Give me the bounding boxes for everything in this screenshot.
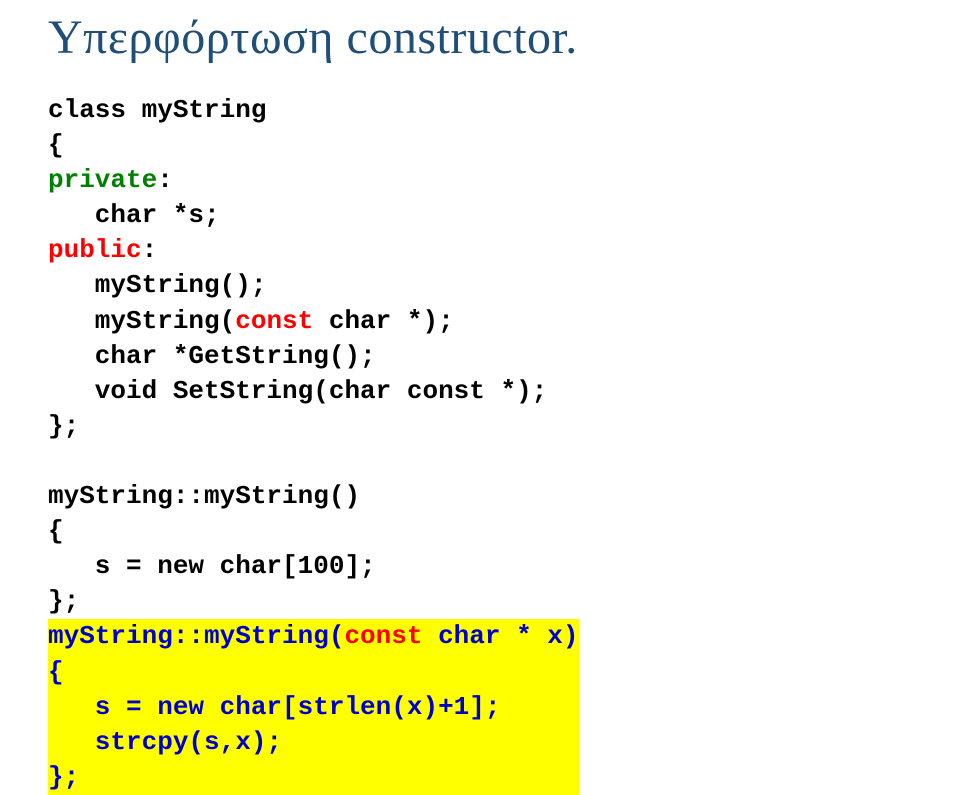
code-line: : bbox=[157, 165, 173, 195]
code-line: char *); bbox=[313, 306, 453, 336]
slide-title: Υπερφόρτωση constructor. bbox=[48, 10, 912, 65]
code-line: }; bbox=[48, 411, 79, 441]
code-line: s = new char[100]; bbox=[48, 551, 376, 581]
code-line: { bbox=[48, 130, 64, 160]
code-line: char * x) bbox=[422, 621, 578, 651]
code-line: class myString bbox=[48, 95, 266, 125]
code-line: char *GetString(); bbox=[48, 341, 376, 371]
slide: Υπερφόρτωση constructor. class myString … bbox=[0, 0, 960, 795]
code-line: void SetString(char const *); bbox=[48, 376, 547, 406]
code-line: : bbox=[142, 235, 158, 265]
code-line: { bbox=[48, 516, 64, 546]
code-line: strcpy(s,x); bbox=[48, 727, 282, 757]
code-line: myString::myString( bbox=[48, 621, 344, 651]
code-line: s = new char[strlen(x)+1]; bbox=[48, 692, 500, 722]
code-block: class myString { private: char *s; publi… bbox=[48, 93, 912, 795]
code-line: myString(); bbox=[48, 270, 266, 300]
code-line: myString::myString() bbox=[48, 481, 360, 511]
keyword-public: public bbox=[48, 235, 142, 265]
code-line: }; bbox=[48, 762, 79, 792]
code-line: }; bbox=[48, 586, 79, 616]
code-line: myString( bbox=[48, 306, 235, 336]
keyword-const: const bbox=[235, 306, 313, 336]
code-line: { bbox=[48, 657, 64, 687]
keyword-private: private bbox=[48, 165, 157, 195]
highlighted-code: myString::myString(const char * x) { s =… bbox=[48, 619, 579, 794]
keyword-const: const bbox=[344, 621, 422, 651]
code-line: char *s; bbox=[48, 200, 220, 230]
